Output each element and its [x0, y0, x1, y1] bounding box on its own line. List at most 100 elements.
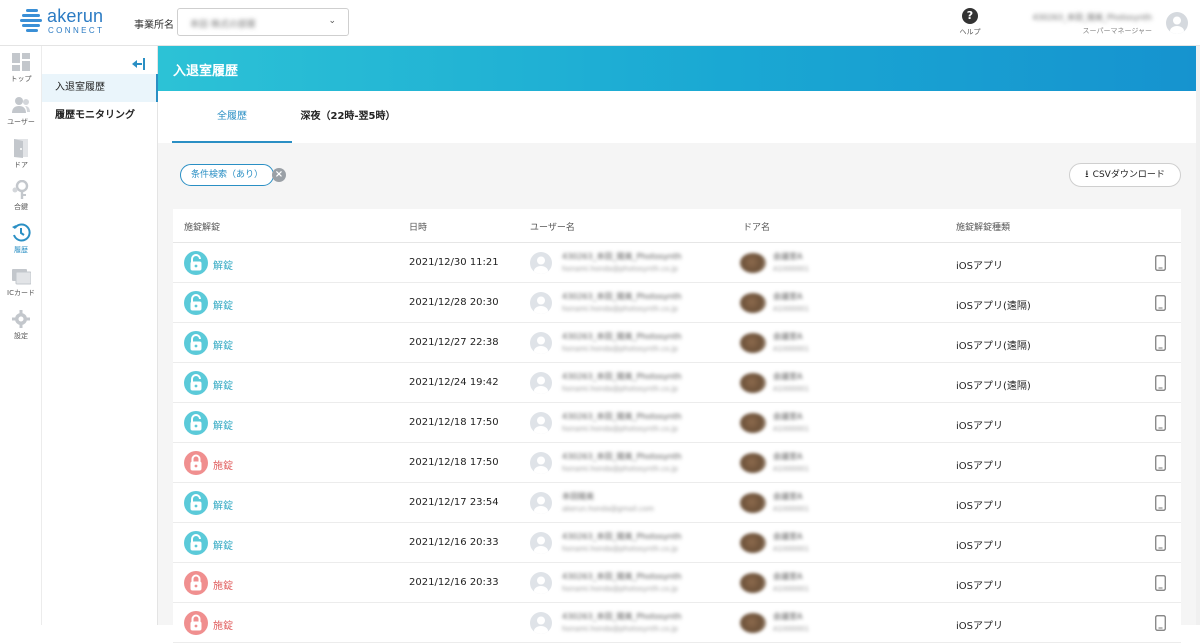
smartphone-icon[interactable] [1155, 455, 1166, 471]
row-method: iOSアプリ [956, 541, 1003, 552]
history-table: 施錠解錠 日時 ユーザー名 ドア名 施錠解錠種類 解錠 2021/12/30 11… [173, 209, 1181, 643]
history-icon [11, 223, 31, 243]
smartphone-icon[interactable] [1155, 255, 1166, 271]
row-user-email: akerun.honda@gmail.com [562, 505, 654, 513]
tab-all-history[interactable]: 全履歴 [172, 91, 292, 143]
lock-icon [184, 571, 208, 595]
rail-item-key[interactable]: 合鍵 [0, 179, 42, 212]
lock-icon [184, 611, 208, 635]
rail-item-settings[interactable]: 設定 [0, 309, 42, 341]
akerun-logo[interactable]: akerun CONNECT [20, 6, 130, 38]
unlock-icon [184, 371, 208, 395]
lock-action: 解錠 [213, 421, 233, 432]
table-row[interactable]: 解錠 2021/12/18 17:50 430263_本田_陽美_Photosynt… [173, 403, 1181, 443]
user-avatar-icon [530, 372, 552, 394]
column-header: ユーザー名 [530, 223, 575, 233]
rail-item-top[interactable]: トップ [0, 52, 42, 84]
table-row[interactable]: 施錠 2021/12/18 17:50 430263_本田_陽美_Photosynt… [173, 443, 1181, 483]
row-method: iOSアプリ(遠隔) [956, 341, 1031, 352]
row-user-email: honami.honda@photosynth.co.jp [562, 545, 678, 553]
rail-item-history[interactable]: 履歴 [0, 223, 42, 255]
rail-label: 合鍵 [14, 203, 28, 211]
akerun-logo-icon [20, 9, 42, 33]
smartphone-icon[interactable] [1155, 295, 1166, 311]
smartphone-icon[interactable] [1155, 415, 1166, 431]
chevron-down-icon: ⌄ [328, 16, 336, 26]
row-door-name: 会議室A [773, 372, 803, 381]
smartphone-icon[interactable] [1155, 495, 1166, 511]
door-thumbnail [740, 413, 766, 433]
lock-action: 解錠 [213, 541, 233, 552]
door-thumbnail [740, 533, 766, 553]
row-door-id: A1000001 [773, 585, 809, 593]
column-header: ドア名 [743, 223, 771, 233]
gear-icon [11, 309, 31, 329]
row-door-name: 会議室A [773, 252, 803, 261]
user-role: スーパーマネージャー [1082, 27, 1152, 35]
smartphone-icon[interactable] [1155, 575, 1166, 591]
csv-download-button[interactable]: ⭳ CSVダウンロード [1069, 163, 1181, 187]
row-door-id: A1000001 [773, 385, 809, 393]
user-name[interactable]: 430263_本田_陽美_Photosynth [1020, 12, 1152, 23]
collapse-sidebar-icon[interactable] [132, 55, 146, 70]
rail-item-door[interactable]: ドア [0, 138, 42, 170]
smartphone-icon[interactable] [1155, 615, 1166, 631]
help-button[interactable]: ? ヘルプ [957, 8, 983, 38]
table-row[interactable]: 解錠 2021/12/17 23:54 本田陽美 akerun.honda@gmail… [173, 483, 1181, 523]
row-datetime: 2021/12/18 17:50 [409, 417, 499, 428]
office-select-value: 本田 株式の部屋 [190, 20, 256, 30]
lock-action: 解錠 [213, 381, 233, 392]
row-method: iOSアプリ [956, 581, 1003, 592]
column-header: 日時 [409, 223, 428, 233]
smartphone-icon[interactable] [1155, 375, 1166, 391]
tab-late-night[interactable]: 深夜（22時-翌5時） [298, 91, 398, 143]
user-avatar-icon [530, 252, 552, 274]
lock-action: 施錠 [213, 461, 233, 472]
row-method: iOSアプリ [956, 461, 1003, 472]
table-row[interactable]: 施錠 2021/12/16 20:33 430263_本田_陽美_Photosynt… [173, 563, 1181, 603]
submenu-item-entry-history[interactable]: 入退室履歴 [42, 74, 158, 102]
row-door-id: A1000001 [773, 345, 809, 353]
tab-bar: 全履歴 深夜（22時-翌5時） [158, 91, 1196, 143]
unlock-icon [184, 411, 208, 435]
row-method: iOSアプリ(遠隔) [956, 381, 1031, 392]
row-door-id: A1000001 [773, 425, 809, 433]
lock-action: 解錠 [213, 501, 233, 512]
row-door-id: A1000001 [773, 625, 809, 633]
scrollbar[interactable] [1196, 46, 1200, 625]
column-header: 施錠解錠種類 [956, 223, 1011, 233]
submenu-item-history-monitoring[interactable]: 履歴モニタリング [42, 102, 158, 130]
help-icon: ? [962, 8, 978, 24]
row-user-name: 430263_本田_陽美_Photosynth [562, 452, 682, 461]
door-thumbnail [740, 293, 766, 313]
table-row[interactable]: 解錠 2021/12/16 20:33 430263_本田_陽美_Photosynt… [173, 523, 1181, 563]
office-select[interactable]: 本田 株式の部屋 ⌄ [177, 8, 349, 36]
row-user-name: 本田陽美 [562, 492, 594, 501]
rail-item-users[interactable]: ユーザー [0, 95, 42, 127]
door-thumbnail [740, 333, 766, 353]
avatar-icon[interactable] [1166, 12, 1188, 34]
rail-item-ic-card[interactable]: ICカード [0, 266, 42, 298]
smartphone-icon[interactable] [1155, 535, 1166, 551]
table-row[interactable]: 解錠 2021/12/24 19:42 430263_本田_陽美_Photosynt… [173, 363, 1181, 403]
row-datetime: 2021/12/16 20:33 [409, 577, 499, 588]
unlock-icon [184, 491, 208, 515]
table-row[interactable]: 施錠 430263_本田_陽美_Photosynth honami.honda@ph… [173, 603, 1181, 643]
row-door-id: A1000001 [773, 545, 809, 553]
row-method: iOSアプリ [956, 421, 1003, 432]
rail-label: 設定 [14, 332, 28, 340]
logo-text: akerun [47, 6, 104, 26]
row-method: iOSアプリ [956, 501, 1003, 512]
top-bar: akerun CONNECT 事業所名 本田 株式の部屋 ⌄ ? ヘルプ 430… [0, 0, 1200, 46]
table-row[interactable]: 解錠 2021/12/27 22:38 430263_本田_陽美_Photosynt… [173, 323, 1181, 363]
user-avatar-icon [530, 292, 552, 314]
download-icon: ⭳ [1085, 169, 1089, 180]
table-header: 施錠解錠 日時 ユーザー名 ドア名 施錠解錠種類 [173, 209, 1181, 243]
smartphone-icon[interactable] [1155, 335, 1166, 351]
table-row[interactable]: 解錠 2021/12/28 20:30 430263_本田_陽美_Photosynt… [173, 283, 1181, 323]
lock-action: 解錠 [213, 301, 233, 312]
table-row[interactable]: 解錠 2021/12/30 11:21 430263_本田_陽美_Photosynt… [173, 243, 1181, 283]
row-user-email: honami.honda@photosynth.co.jp [562, 265, 678, 273]
filter-chip[interactable]: 条件検索（あり） [180, 164, 275, 186]
clear-filter-icon[interactable]: × [272, 168, 286, 182]
